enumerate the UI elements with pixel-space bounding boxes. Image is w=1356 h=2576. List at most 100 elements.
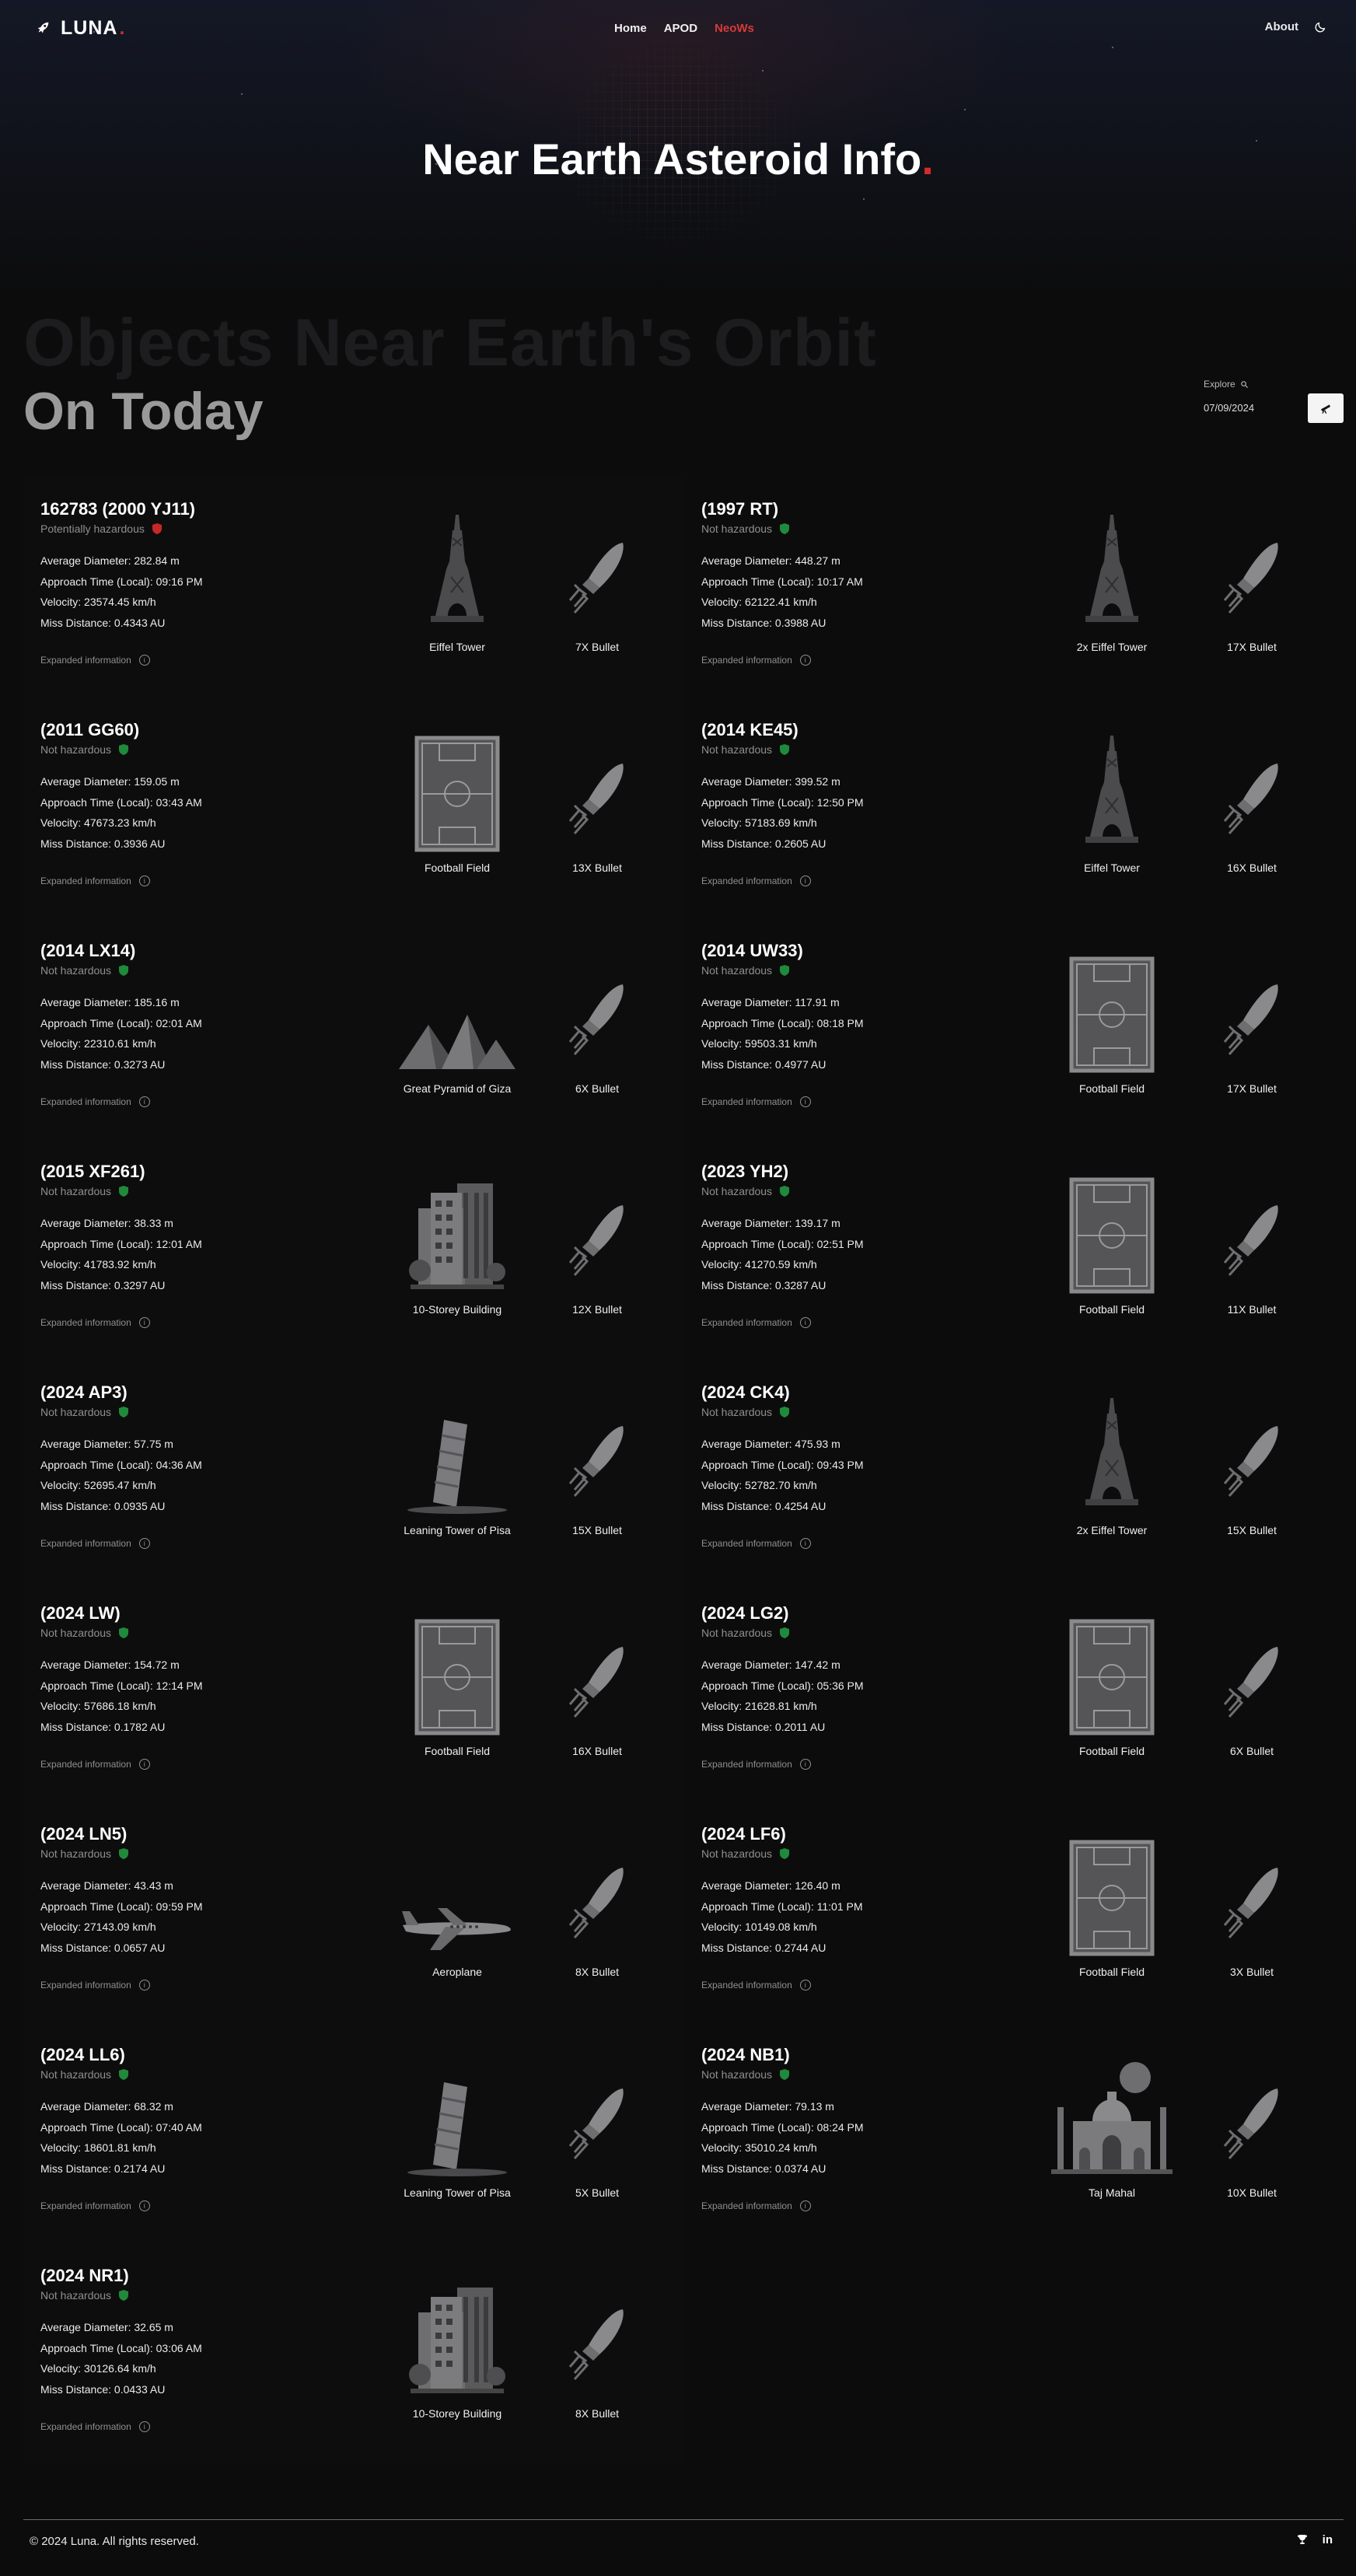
size-comparison-object: Football Field bbox=[1050, 949, 1174, 1095]
linkedin-icon[interactable]: in bbox=[1323, 2533, 1333, 2546]
expanded-info-link[interactable]: Expanded information i bbox=[40, 876, 150, 886]
asteroid-card: (2024 CK4) Not hazardous Average Diamete… bbox=[684, 1359, 1337, 1580]
miss-distance-value: 0.0374 AU bbox=[774, 2162, 827, 2175]
shield-icon bbox=[780, 1848, 790, 1859]
bullet-comparison: 8X Bullet bbox=[535, 2274, 659, 2420]
expanded-info-link[interactable]: Expanded information i bbox=[40, 655, 150, 666]
info-icon: i bbox=[138, 1538, 150, 1549]
expanded-info-text: Expanded information bbox=[701, 876, 792, 886]
info-icon: i bbox=[138, 1317, 150, 1328]
hazard-text: Potentially hazardous bbox=[40, 523, 145, 535]
pisa-icon bbox=[395, 1390, 519, 1515]
bullet-comparison: 11X Bullet bbox=[1190, 1169, 1314, 1316]
moon-icon[interactable] bbox=[1314, 21, 1326, 33]
average-diameter-label: Average Diameter: bbox=[40, 554, 135, 567]
bullet-icon bbox=[1190, 2053, 1314, 2177]
asteroid-card: (2011 GG60) Not hazardous Average Diamet… bbox=[23, 697, 684, 918]
expanded-info-text: Expanded information bbox=[701, 655, 792, 666]
expanded-info-link[interactable]: Expanded information i bbox=[701, 1317, 811, 1328]
nav-link-apod[interactable]: APOD bbox=[664, 22, 697, 35]
bullet-comparison: 16X Bullet bbox=[1190, 728, 1314, 874]
average-diameter-label: Average Diameter: bbox=[40, 996, 135, 1008]
shield-icon bbox=[119, 744, 129, 755]
expanded-info-link[interactable]: Expanded information i bbox=[701, 1096, 811, 1107]
expanded-info-link[interactable]: Expanded information i bbox=[701, 1980, 811, 1991]
nav-link-home[interactable]: Home bbox=[614, 22, 647, 35]
expanded-info-link[interactable]: Expanded information i bbox=[40, 1096, 150, 1107]
shield-icon bbox=[119, 2290, 129, 2301]
approach-time-value: 12:14 PM bbox=[156, 1679, 203, 1692]
approach-time-value: 09:43 PM bbox=[816, 1458, 864, 1471]
field-icon bbox=[395, 728, 519, 852]
average-diameter-value: 38.33 m bbox=[134, 1217, 173, 1229]
asteroid-card: 162783 (2000 YJ11) Potentially hazardous… bbox=[23, 476, 684, 697]
explore-submit-button[interactable] bbox=[1308, 393, 1344, 423]
approach-time-label: Approach Time (Local): bbox=[40, 1237, 156, 1250]
velocity-label: Velocity: bbox=[701, 1700, 746, 1712]
average-diameter-label: Average Diameter: bbox=[701, 1658, 795, 1671]
velocity-label: Velocity: bbox=[701, 816, 746, 829]
approach-time-value: 10:17 AM bbox=[816, 575, 863, 588]
miss-distance-value: 0.0657 AU bbox=[114, 1941, 166, 1954]
expanded-info-link[interactable]: Expanded information i bbox=[40, 2200, 150, 2211]
asteroid-card: (2024 NR1) Not hazardous Average Diamete… bbox=[23, 2242, 684, 2463]
velocity-label: Velocity: bbox=[40, 1700, 85, 1712]
average-diameter-label: Average Diameter: bbox=[701, 775, 795, 788]
average-diameter-label: Average Diameter: bbox=[40, 1658, 135, 1671]
object-label: 2x Eiffel Tower bbox=[1076, 1524, 1148, 1536]
average-diameter-value: 126.40 m bbox=[795, 1879, 841, 1892]
expanded-info-link[interactable]: Expanded information i bbox=[701, 876, 811, 886]
bullet-comparison: 10X Bullet bbox=[1190, 2053, 1314, 2199]
average-diameter-label: Average Diameter: bbox=[40, 2100, 135, 2113]
bullet-label: 16X Bullet bbox=[572, 1745, 622, 1757]
miss-distance-label: Miss Distance: bbox=[701, 1278, 775, 1291]
miss-distance-value: 0.2011 AU bbox=[774, 1720, 826, 1733]
expanded-info-link[interactable]: Expanded information i bbox=[40, 1538, 150, 1549]
plane-icon bbox=[395, 1832, 519, 1956]
average-diameter-label: Average Diameter: bbox=[40, 1879, 135, 1892]
miss-distance-label: Miss Distance: bbox=[40, 1720, 114, 1733]
size-comparison-object: Football Field bbox=[395, 1611, 519, 1757]
bullet-icon bbox=[1190, 1169, 1314, 1294]
trophy-icon[interactable] bbox=[1296, 2533, 1309, 2546]
expanded-info-link[interactable]: Expanded information i bbox=[40, 1980, 150, 1991]
miss-distance-value: 0.3988 AU bbox=[774, 616, 827, 629]
logo-dot: . bbox=[119, 17, 125, 39]
shield-icon bbox=[780, 744, 790, 755]
size-comparison-object: Football Field bbox=[1050, 1611, 1174, 1757]
velocity-label: Velocity: bbox=[701, 1479, 746, 1491]
approach-time-value: 04:36 AM bbox=[156, 1458, 202, 1471]
expanded-info-text: Expanded information bbox=[40, 2200, 131, 2211]
velocity-value: 30126.64 km/h bbox=[84, 2362, 156, 2375]
expanded-info-link[interactable]: Expanded information i bbox=[40, 1317, 150, 1328]
expanded-info-link[interactable]: Expanded information i bbox=[701, 1538, 811, 1549]
info-icon: i bbox=[138, 2200, 150, 2211]
miss-distance-label: Miss Distance: bbox=[40, 2162, 114, 2175]
expanded-info-link[interactable]: Expanded information i bbox=[40, 2421, 150, 2432]
size-comparison-object: 2x Eiffel Tower bbox=[1050, 1390, 1174, 1536]
logo[interactable]: LUNA . bbox=[34, 17, 124, 40]
bullet-label: 8X Bullet bbox=[575, 2407, 620, 2420]
expanded-info-link[interactable]: Expanded information i bbox=[40, 1759, 150, 1770]
velocity-value: 47673.23 km/h bbox=[84, 816, 156, 829]
expanded-info-link[interactable]: Expanded information i bbox=[701, 655, 811, 666]
bullet-icon bbox=[535, 1611, 659, 1735]
miss-distance-value: 0.3273 AU bbox=[114, 1057, 166, 1071]
velocity-label: Velocity: bbox=[701, 2141, 746, 2154]
approach-time-label: Approach Time (Local): bbox=[40, 1016, 156, 1029]
approach-time-value: 03:43 AM bbox=[156, 795, 202, 809]
object-label: Football Field bbox=[1078, 1303, 1145, 1316]
expanded-info-link[interactable]: Expanded information i bbox=[701, 2200, 811, 2211]
expanded-info-link[interactable]: Expanded information i bbox=[701, 1759, 811, 1770]
bullet-icon bbox=[535, 1390, 659, 1515]
bullet-label: 3X Bullet bbox=[1229, 1966, 1274, 1978]
velocity-label: Velocity: bbox=[701, 1258, 746, 1271]
nav-link-neows[interactable]: NeoWs bbox=[715, 22, 754, 35]
approach-time-label: Approach Time (Local): bbox=[701, 575, 817, 588]
hazard-text: Not hazardous bbox=[701, 964, 773, 977]
bullet-comparison: 15X Bullet bbox=[1190, 1390, 1314, 1536]
bullet-icon bbox=[535, 2274, 659, 2398]
approach-time-value: 05:36 PM bbox=[816, 1679, 864, 1692]
nav-link-about[interactable]: About bbox=[1265, 20, 1298, 33]
date-input[interactable] bbox=[1204, 397, 1297, 418]
